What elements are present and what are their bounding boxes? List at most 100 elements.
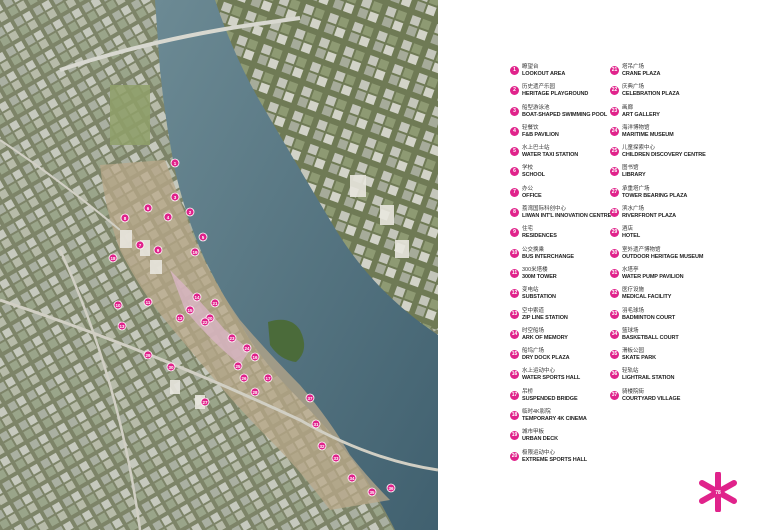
map-marker: 35 [367, 487, 377, 497]
legend-label-cn: 瞭望台 [522, 64, 539, 70]
legend-label-en: ZIP LINE STATION [522, 314, 568, 321]
legend-item: 23 画廊 ART GALLERY [610, 105, 720, 125]
legend-label-en: OUTDOOR HERITAGE MUSEUM [622, 253, 704, 260]
legend-number-badge: 14 [510, 329, 519, 339]
legend-label-en: COURTYARD VILLAGE [622, 395, 681, 402]
legend-label-cn: 酒店 [622, 226, 634, 233]
legend-label-cn: 图书馆 [622, 165, 639, 172]
legend-label-cn: 住宅 [522, 226, 534, 233]
legend-label-en: CELEBRATION PLAZA [622, 91, 680, 98]
legend-label-cn: 画廊 [622, 104, 634, 111]
legend-item: 6 学校 SCHOOL [510, 165, 620, 185]
map-marker: 3 [170, 192, 180, 202]
legend-number-badge: 33 [610, 309, 619, 319]
legend-label-en: BASKETBALL COURT [622, 334, 679, 341]
legend-number-badge: 12 [510, 289, 519, 299]
map-marker: 29 [143, 350, 153, 360]
map-marker: 30 [166, 362, 176, 372]
legend-label-cn: 船坞广场 [522, 348, 545, 355]
legend-label-en: LIWAN INT'L INNOVATION CENTRE [522, 213, 612, 220]
legend-label-cn: 极限运动中心 [522, 449, 556, 456]
map-marker: 24 [242, 343, 252, 353]
legend-label-cn: 轻轨站 [622, 368, 639, 375]
legend-number-badge: 9 [510, 228, 519, 238]
map-marker-label: 21 [212, 301, 218, 306]
legend-number-badge: 32 [610, 289, 619, 299]
map-marker-label: 35 [369, 490, 375, 495]
legend-item: 1 瞭望台 LOOKOUT AREA [510, 64, 620, 84]
legend-label-cn: 空中索道 [522, 307, 545, 314]
legend-item: 11 300米塔楼 300M TOWER [510, 267, 620, 287]
legend-item: 9 住宅 RESIDENCES [510, 226, 620, 246]
legend-label-cn: 滑板公园 [622, 348, 645, 355]
map-marker-label: 24 [244, 346, 250, 351]
legend-label-cn: 船型游泳池 [522, 104, 550, 111]
map-marker-label: 26 [241, 376, 247, 381]
legend-number-badge: 13 [510, 309, 519, 319]
map-marker: 33 [331, 453, 341, 463]
legend-label-en: URBAN DECK [522, 436, 558, 443]
map-marker: 18 [108, 253, 118, 263]
legend-item: 12 变电站 SUBSTATION [510, 287, 620, 307]
legend-label-en: MARITIME MUSEUM [622, 131, 674, 138]
legend-item: 28 滨水广场 RIVERFRONT PLAZA [610, 206, 720, 226]
map-marker: 31 [311, 419, 321, 429]
legend-item: 21 塔吊广场 CRANE PLAZA [610, 64, 720, 84]
legend-number-badge: 28 [610, 208, 619, 218]
legend-number-badge: 20 [510, 451, 519, 461]
map-marker-label: 12 [177, 316, 183, 321]
legend-label-cn: 300米塔楼 [522, 266, 548, 273]
map-marker-label: 15 [187, 308, 193, 313]
legend-item: 14 时空船场 ARK OF MEMORY [510, 328, 620, 348]
legend-item: 24 海洋博物馆 MARITIME MUSEUM [610, 125, 720, 145]
legend-item: 15 船坞广场 DRY DOCK PLAZA [510, 348, 620, 368]
map-marker: 1 [170, 158, 180, 168]
map-marker: 22 [200, 317, 210, 327]
legend-label-cn: 临时4K影院 [522, 409, 551, 416]
legend-label-en: BOAT-SHAPED SWIMMING POOL [522, 111, 608, 118]
legend-item: 7 办公 OFFICE [510, 186, 620, 206]
legend-label-cn: 塔吊广场 [622, 64, 645, 70]
map-marker-label: 34 [349, 476, 355, 481]
map-marker-label: 33 [333, 456, 339, 461]
legend-number-badge: 1 [510, 66, 519, 75]
legend-label-en: LIBRARY [622, 172, 646, 179]
legend-label-cn: 篮球场 [622, 327, 639, 334]
map-marker-label: 14 [194, 295, 200, 300]
map-marker: 6 [143, 203, 153, 213]
legend-label-en: DRY DOCK PLAZA [522, 355, 570, 362]
legend-label-cn: 水塔亭 [622, 266, 639, 273]
legend-number-badge: 8 [510, 208, 519, 218]
map-marker-label: 29 [145, 353, 151, 358]
legend-label-en: F&B PAVILION [522, 131, 559, 138]
legend-label-en: TOWER BEARING PLAZA [622, 192, 688, 199]
legend-number-badge: 31 [610, 268, 619, 278]
legend-item: 37 骑楼院街 COURTYARD VILLAGE [610, 389, 720, 409]
legend-number-badge: 25 [610, 147, 619, 157]
map-marker: 28 [250, 387, 260, 397]
map-marker-label: 16 [252, 355, 258, 360]
legend-label-cn: 公交换乘 [522, 246, 545, 253]
legend-item: 35 滑板公园 SKATE PARK [610, 348, 720, 368]
legend-label-en: ART GALLERY [622, 111, 660, 118]
map-marker: 13 [117, 321, 127, 331]
map-marker: 14 [192, 292, 202, 302]
map-marker-label: 11 [146, 300, 151, 305]
map-marker: 12 [175, 313, 185, 323]
legend-number-badge: 27 [610, 187, 619, 197]
legend-item: 3 船型游泳池 BOAT-SHAPED SWIMMING POOL [510, 105, 620, 125]
legend-label-en: BADMINTON COURT [622, 314, 676, 321]
legend-item: 16 水上运动中心 WATER SPORTS HALL [510, 368, 620, 388]
legend-item: 26 图书馆 LIBRARY [610, 165, 720, 185]
legend-item: 17 吊桥 SUSPENDED BRIDGE [510, 389, 620, 409]
legend-label-cn: 水上巴士站 [522, 145, 550, 152]
legend-column-2: 21 塔吊广场 CRANE PLAZA 22 庆典广场 CELEBRATION PLAZA… [610, 64, 720, 409]
legend-item: 5 水上巴士站 WATER TAXI STATION [510, 145, 620, 165]
legend-item: 13 空中索道 ZIP LINE STATION [510, 308, 620, 328]
map-marker: 23 [227, 333, 237, 343]
legend-item: 8 荔湾国际科创中心 LIWAN INT'L INNOVATION CENTRE [510, 206, 620, 226]
legend-number-badge: 34 [610, 329, 619, 339]
legend-item: 2 历史遗产乐园 HERITAGE PLAYGROUND [510, 84, 620, 104]
legend-number-badge: 17 [510, 390, 519, 400]
map-marker-label: 25 [235, 364, 241, 369]
